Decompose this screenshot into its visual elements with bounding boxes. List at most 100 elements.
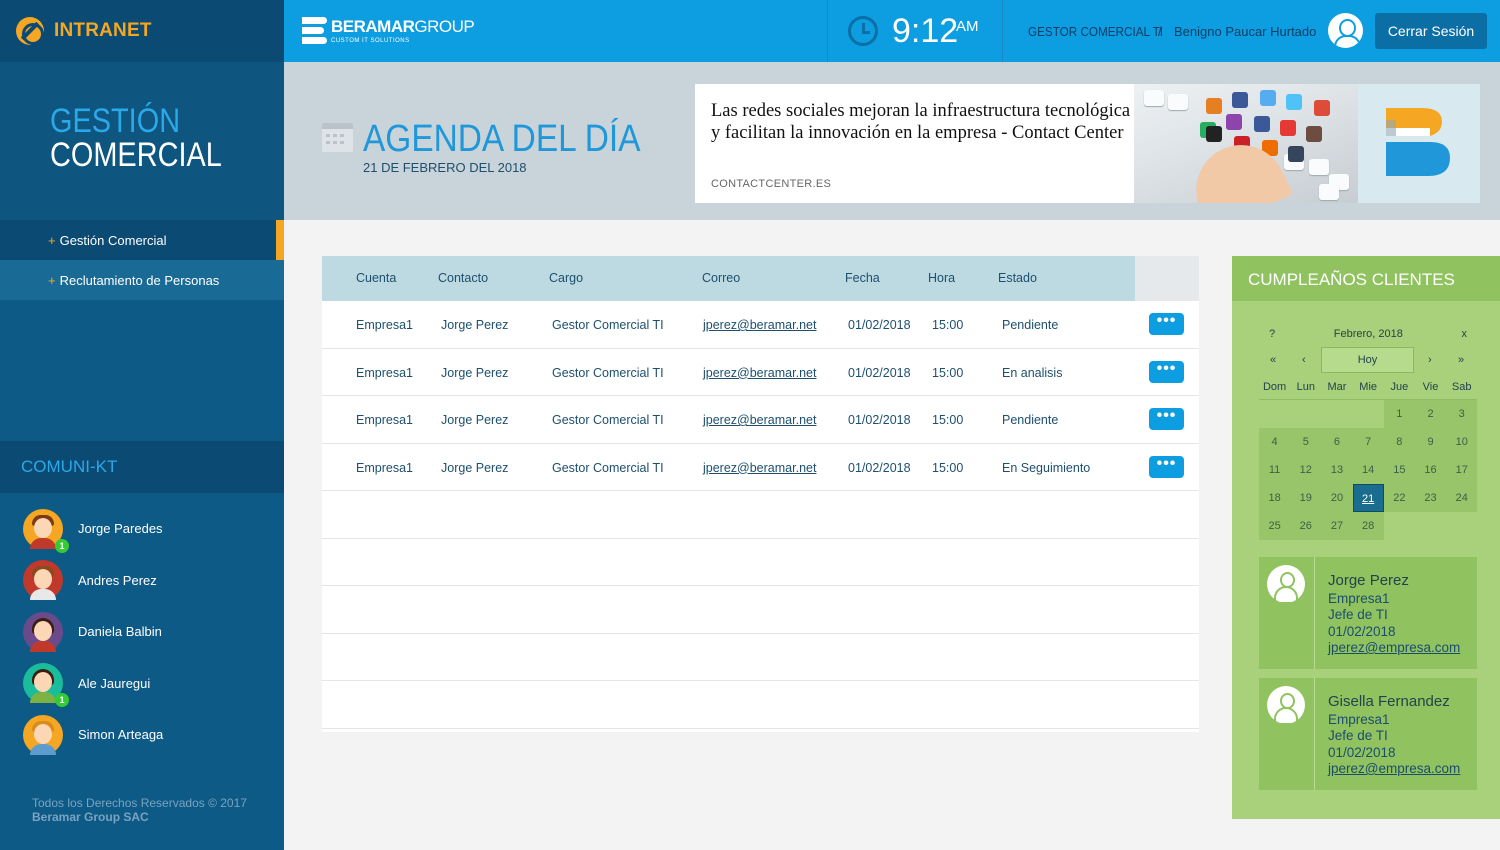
news-card[interactable]: Las redes sociales mejoran la infraestru… [695, 84, 1480, 203]
table-header: Cuenta Contacto Cargo Correo Fecha Hora … [322, 256, 1199, 301]
weekday-label: Mar [1321, 374, 1353, 400]
calendar-day[interactable]: 24 [1446, 484, 1478, 512]
sidebar-item-reclutamiento[interactable]: + Reclutamiento de Personas [0, 260, 284, 300]
calendar-day[interactable]: 17 [1446, 456, 1478, 484]
cell-contacto: Jorge Perez [441, 413, 509, 427]
birthday-role: Jefe de TI [1328, 607, 1388, 622]
app-logo[interactable]: INTRANET [0, 0, 284, 62]
intranet-logo-icon [16, 17, 44, 45]
contact-item[interactable]: Simon Arteaga [0, 709, 284, 761]
calendar-day[interactable]: 16 [1414, 456, 1447, 484]
calendar-month: Febrero, 2018 [1333, 328, 1403, 340]
birthday-card[interactable]: Gisella Fernandez Empresa1 Jefe de TI 01… [1259, 678, 1477, 790]
calendar-day[interactable]: 19 [1290, 484, 1322, 512]
cell-correo[interactable]: jperez@beramar.net [703, 366, 816, 380]
column-header[interactable]: Cargo [549, 271, 583, 285]
more-options-button[interactable]: ••• [1149, 360, 1184, 383]
copyright-text: Todos los Derechos Reservados © 2017 [32, 796, 247, 810]
time-ampm: AM [956, 18, 979, 35]
cell-cargo: Gestor Comercial TI [552, 365, 664, 380]
calendar-day[interactable]: 1 [1383, 400, 1415, 428]
calendar-day[interactable]: 28 [1352, 512, 1384, 540]
cell-fecha: 01/02/2018 [848, 460, 911, 475]
calendar-day[interactable]: 15 [1383, 456, 1415, 484]
calendar-day[interactable]: 8 [1383, 428, 1415, 456]
calendar-day[interactable]: 12 [1290, 456, 1322, 484]
cell-contacto: Jorge Perez [441, 365, 509, 380]
prev-month-button[interactable]: ‹ [1302, 354, 1306, 366]
contact-item[interactable]: 1 Jorge Paredes [0, 503, 284, 555]
cell-hora: 15:00 [932, 365, 964, 380]
cell-estado: En Seguimiento [1002, 460, 1091, 475]
calendar-day[interactable]: 21 [1352, 484, 1384, 512]
table-row[interactable]: Empresa1 Jorge Perez Gestor Comercial TI jp… [322, 349, 1199, 396]
birthday-role: Jefe de TI [1328, 728, 1388, 743]
cell-correo[interactable]: jperez@beramar.net [703, 461, 816, 475]
calendar-blank [1290, 400, 1321, 428]
column-header[interactable]: Hora [928, 271, 955, 285]
more-options-button[interactable]: ••• [1149, 408, 1184, 430]
sidebar-item-gestion-comercial[interactable]: + Gestión Comercial [0, 220, 284, 260]
calendar-day[interactable]: 11 [1259, 456, 1291, 484]
user-icon [1259, 557, 1315, 669]
calendar-day[interactable]: 20 [1321, 484, 1353, 512]
column-header[interactable]: Correo [702, 271, 740, 285]
user-role: GESTOR COMERCIAL TI [1028, 24, 1164, 39]
calendar-day[interactable]: 3 [1446, 400, 1478, 428]
birthday-company: Empresa1 [1328, 590, 1390, 606]
cell-correo[interactable]: jperez@beramar.net [703, 318, 816, 332]
calendar-day[interactable]: 26 [1290, 512, 1322, 540]
more-options-button[interactable]: ••• [1149, 313, 1184, 335]
page-date: 21 DE FEBRERO DEL 2018 [363, 160, 527, 175]
current-time: 9:12 [892, 12, 959, 50]
cell-correo[interactable]: jperez@beramar.net [703, 413, 816, 427]
table-row[interactable]: Empresa1 Jorge Perez Gestor Comercial TI jp… [322, 396, 1199, 444]
contact-list: 1 Jorge Paredes Andres Perez Daniela Bal… [0, 503, 284, 761]
contact-item[interactable]: Andres Perez [0, 555, 284, 607]
table-row[interactable]: Empresa1 Jorge Perez Gestor Comercial TI jp… [322, 301, 1199, 349]
contact-item[interactable]: 1 Ale Jauregui [0, 658, 284, 710]
contact-item[interactable]: Daniela Balbin [0, 606, 284, 658]
calendar-day[interactable]: 2 [1414, 400, 1447, 428]
calendar-day[interactable]: 18 [1259, 484, 1291, 512]
weekday-label: Jue [1383, 374, 1415, 400]
calendar-day[interactable]: 22 [1383, 484, 1415, 512]
calendar-day[interactable]: 27 [1321, 512, 1353, 540]
logout-button[interactable]: Cerrar Sesión [1375, 13, 1487, 49]
calendar-day[interactable]: 6 [1321, 428, 1353, 456]
calendar-day[interactable]: 25 [1259, 512, 1291, 540]
prev-year-button[interactable]: « [1270, 354, 1276, 366]
calendar-day[interactable]: 4 [1259, 428, 1291, 456]
calendar-day[interactable]: 7 [1352, 428, 1384, 456]
table-row[interactable]: Empresa1 Jorge Perez Gestor Comercial TI jp… [322, 444, 1199, 491]
calendar-day[interactable]: 13 [1321, 456, 1353, 484]
column-header[interactable]: Estado [998, 271, 1037, 285]
cell-cargo: Gestor Comercial TI [552, 413, 664, 427]
calendar-close-button[interactable]: x [1461, 328, 1467, 340]
cell-estado: Pendiente [1002, 413, 1059, 427]
next-year-button[interactable]: » [1458, 354, 1464, 366]
today-button[interactable]: Hoy [1321, 347, 1414, 373]
birthday-email-link[interactable]: jperez@empresa.com [1328, 640, 1460, 657]
user-avatar-icon[interactable] [1328, 13, 1363, 48]
contact-name: Andres Perez [78, 572, 157, 588]
contact-name: Daniela Balbin [78, 624, 162, 640]
calendar-day[interactable]: 9 [1414, 428, 1447, 456]
brand-logo[interactable]: BERAMARGROUP CUSTOM IT SOLUTIONS [302, 17, 475, 45]
calendar-help-button[interactable]: ? [1269, 328, 1275, 340]
next-month-button[interactable]: › [1428, 354, 1432, 366]
calendar-day[interactable]: 14 [1352, 456, 1384, 484]
column-header[interactable]: Cuenta [356, 271, 396, 285]
column-header[interactable]: Fecha [845, 271, 880, 285]
sidebar-item-label: Reclutamiento de Personas [59, 272, 220, 288]
comuni-kt-title: COMUNI-KT [0, 441, 284, 493]
column-header[interactable]: Contacto [438, 271, 488, 285]
calendar-day[interactable]: 5 [1290, 428, 1322, 456]
calendar-day[interactable]: 23 [1414, 484, 1447, 512]
birthdays-panel: CUMPLEAÑOS CLIENTES ? Febrero, 2018 x « … [1232, 256, 1500, 819]
birthday-card[interactable]: Jorge Perez Empresa1 Jefe de TI 01/02/20… [1259, 557, 1477, 669]
calendar-day[interactable]: 10 [1446, 428, 1478, 456]
cell-cuenta: Empresa1 [356, 460, 413, 475]
more-options-button[interactable]: ••• [1149, 455, 1184, 478]
birthday-email-link[interactable]: jperez@empresa.com [1328, 761, 1460, 778]
